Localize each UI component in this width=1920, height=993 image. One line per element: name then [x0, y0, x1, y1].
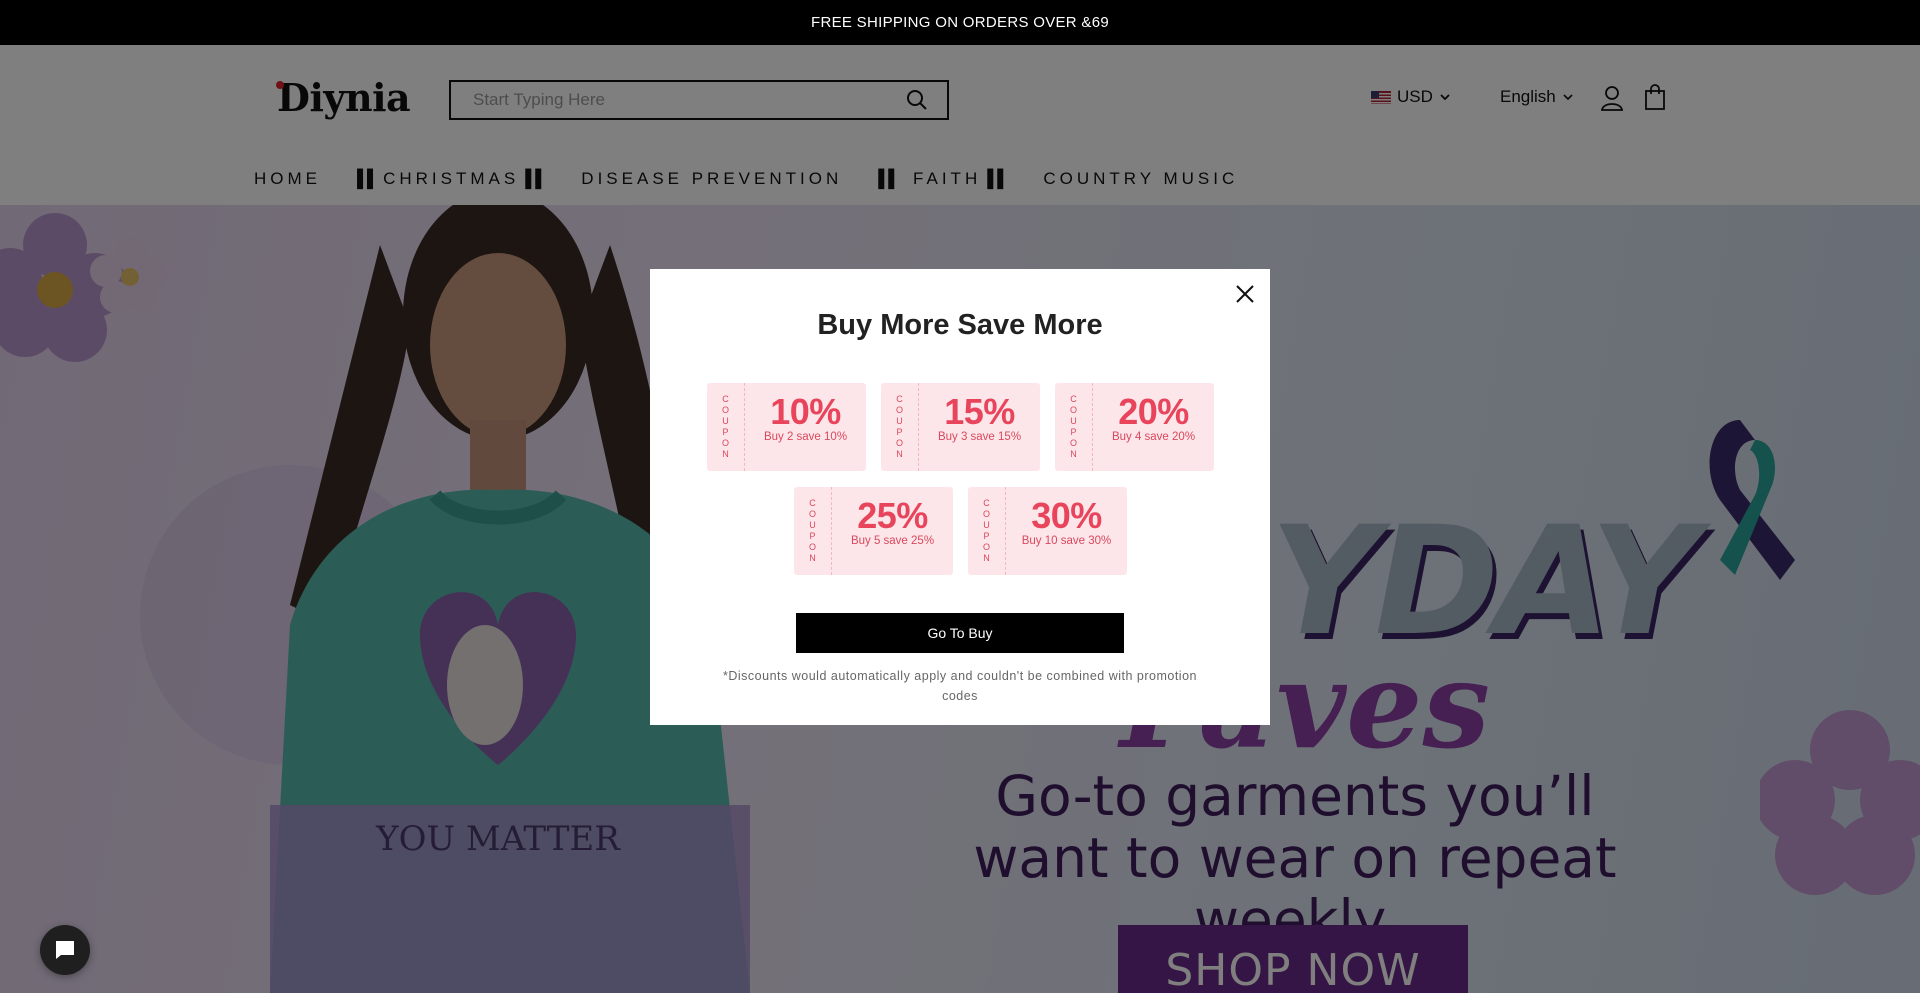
modal-title: Buy More Save More: [817, 309, 1103, 341]
coupon-description: Buy 5 save 25%: [850, 535, 935, 547]
stub-letter: N: [1070, 449, 1077, 459]
stub-letter: C: [809, 498, 816, 508]
stub-letter: C: [1070, 394, 1077, 404]
stub-letter: C: [722, 394, 729, 404]
stub-letter: O: [721, 405, 729, 415]
stub-letter: C: [896, 394, 903, 404]
stub-letter: O: [982, 509, 990, 519]
stub-letter: N: [722, 449, 729, 459]
chat-bubble-icon: [56, 941, 74, 959]
stub-letter: U: [896, 416, 903, 426]
stub-letter: O: [895, 438, 903, 448]
announcement-bar: FREE SHIPPING ON ORDERS OVER &69: [0, 0, 1920, 45]
stub-letter: P: [809, 531, 816, 541]
coupon-percent: 10%: [770, 391, 841, 432]
stub-letter: N: [896, 449, 903, 459]
coupon-stub: COUPON: [794, 487, 832, 575]
stub-letter: U: [809, 520, 816, 530]
coupon-card[interactable]: COUPON 25% Buy 5 save 25%: [794, 487, 953, 575]
stub-letter: N: [809, 553, 816, 563]
coupon-card[interactable]: COUPON 10% Buy 2 save 10%: [707, 383, 866, 471]
coupon-percent: 25%: [857, 495, 928, 536]
coupon-percent: 15%: [944, 391, 1015, 432]
coupon-description: Buy 10 save 30%: [1021, 535, 1112, 547]
stub-letter: O: [895, 405, 903, 415]
coupon-stub: COUPON: [707, 383, 745, 471]
coupon-percent: 20%: [1118, 391, 1189, 432]
chat-launcher-button[interactable]: [40, 925, 90, 975]
coupon-card[interactable]: COUPON 30% Buy 10 save 30%: [968, 487, 1127, 575]
discount-note: *Discounts would automatically apply and…: [723, 669, 1197, 703]
coupon-stub: COUPON: [881, 383, 919, 471]
stub-letter: U: [722, 416, 729, 426]
coupon-description: Buy 3 save 15%: [937, 431, 1022, 443]
coupon-stub: COUPON: [968, 487, 1006, 575]
coupon-card[interactable]: COUPON 15% Buy 3 save 15%: [881, 383, 1040, 471]
stub-letter: P: [1070, 427, 1077, 437]
stub-letter: C: [983, 498, 990, 508]
announcement-text: FREE SHIPPING ON ORDERS OVER &69: [811, 14, 1109, 31]
coupon-percent: 30%: [1031, 495, 1102, 536]
stub-letter: O: [1069, 438, 1077, 448]
stub-letter: O: [808, 542, 816, 552]
stub-letter: P: [983, 531, 990, 541]
stub-letter: O: [1069, 405, 1077, 415]
coupon-description: Buy 4 save 20%: [1111, 431, 1196, 443]
stub-letter: U: [1070, 416, 1077, 426]
promo-modal: Buy More Save More COUPON 10% Buy 2 save…: [650, 269, 1270, 725]
stub-letter: O: [721, 438, 729, 448]
stub-letter: O: [808, 509, 816, 519]
coupon-description: Buy 2 save 10%: [763, 431, 848, 443]
stub-letter: U: [983, 520, 990, 530]
go-to-buy-button[interactable]: Go To Buy: [796, 613, 1124, 653]
close-icon[interactable]: [1232, 281, 1258, 307]
stub-letter: N: [983, 553, 990, 563]
coupon-card[interactable]: COUPON 20% Buy 4 save 20%: [1055, 383, 1214, 471]
stub-letter: O: [982, 542, 990, 552]
stub-letter: P: [896, 427, 903, 437]
coupon-stub: COUPON: [1055, 383, 1093, 471]
stub-letter: P: [722, 427, 729, 437]
